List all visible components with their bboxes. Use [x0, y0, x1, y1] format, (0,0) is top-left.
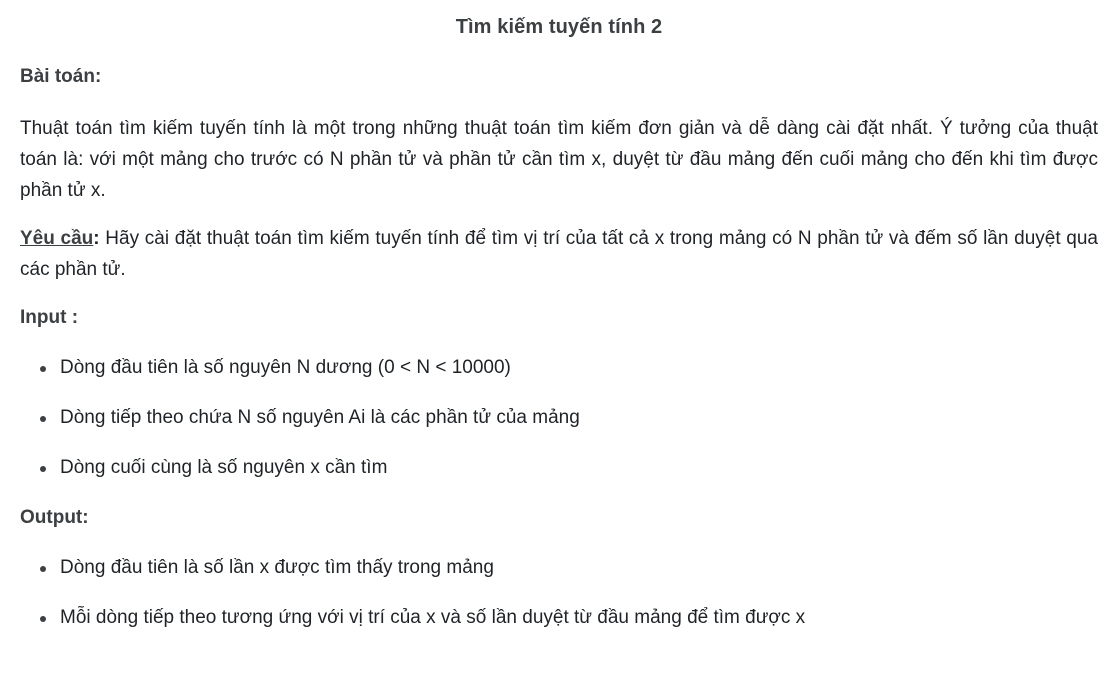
input-heading-wrap: Input : [20, 307, 78, 329]
document-page: Tìm kiếm tuyến tính 2 Bài toán: Thuật to… [0, 0, 1120, 680]
requirement-text: Hãy cài đặt thuật toán tìm kiếm tuyến tí… [20, 228, 1098, 280]
list-item: Dòng đầu tiên là số lần x được tìm thấy … [20, 555, 1100, 581]
problem-heading: Bài toán: [20, 66, 102, 87]
bullet-icon [40, 466, 46, 472]
output-heading: Output: [20, 507, 89, 528]
requirement-section: Yêu cầu: Hãy cài đặt thuật toán tìm kiếm… [20, 223, 1098, 285]
input-heading: Input : [20, 307, 79, 328]
list-item: Dòng tiếp theo chứa N số nguyên Ai là cá… [20, 405, 1100, 431]
requirement-paragraph: Yêu cầu: Hãy cài đặt thuật toán tìm kiếm… [20, 223, 1098, 285]
bullet-icon [40, 416, 46, 422]
list-item: Mỗi dòng tiếp theo tương ứng với vị trí … [20, 605, 1100, 631]
output-heading-wrap: Output: [20, 507, 89, 529]
problem-text: Thuật toán tìm kiếm tuyến tính là một tr… [20, 118, 1098, 201]
page-title: Tìm kiếm tuyến tính 2 [455, 16, 663, 38]
bullet-icon [40, 566, 46, 572]
list-item: Dòng đầu tiên là số nguyên N dương (0 < … [20, 355, 1100, 381]
problem-section: Bài toán: [20, 66, 1098, 88]
list-item: Dòng cuối cùng là số nguyên x cần tìm [20, 455, 1100, 481]
bullet-icon [40, 616, 46, 622]
problem-description: Thuật toán tìm kiếm tuyến tính là một tr… [20, 113, 1098, 206]
bullet-icon [40, 366, 46, 372]
requirement-label: Yêu cầu [20, 228, 94, 249]
